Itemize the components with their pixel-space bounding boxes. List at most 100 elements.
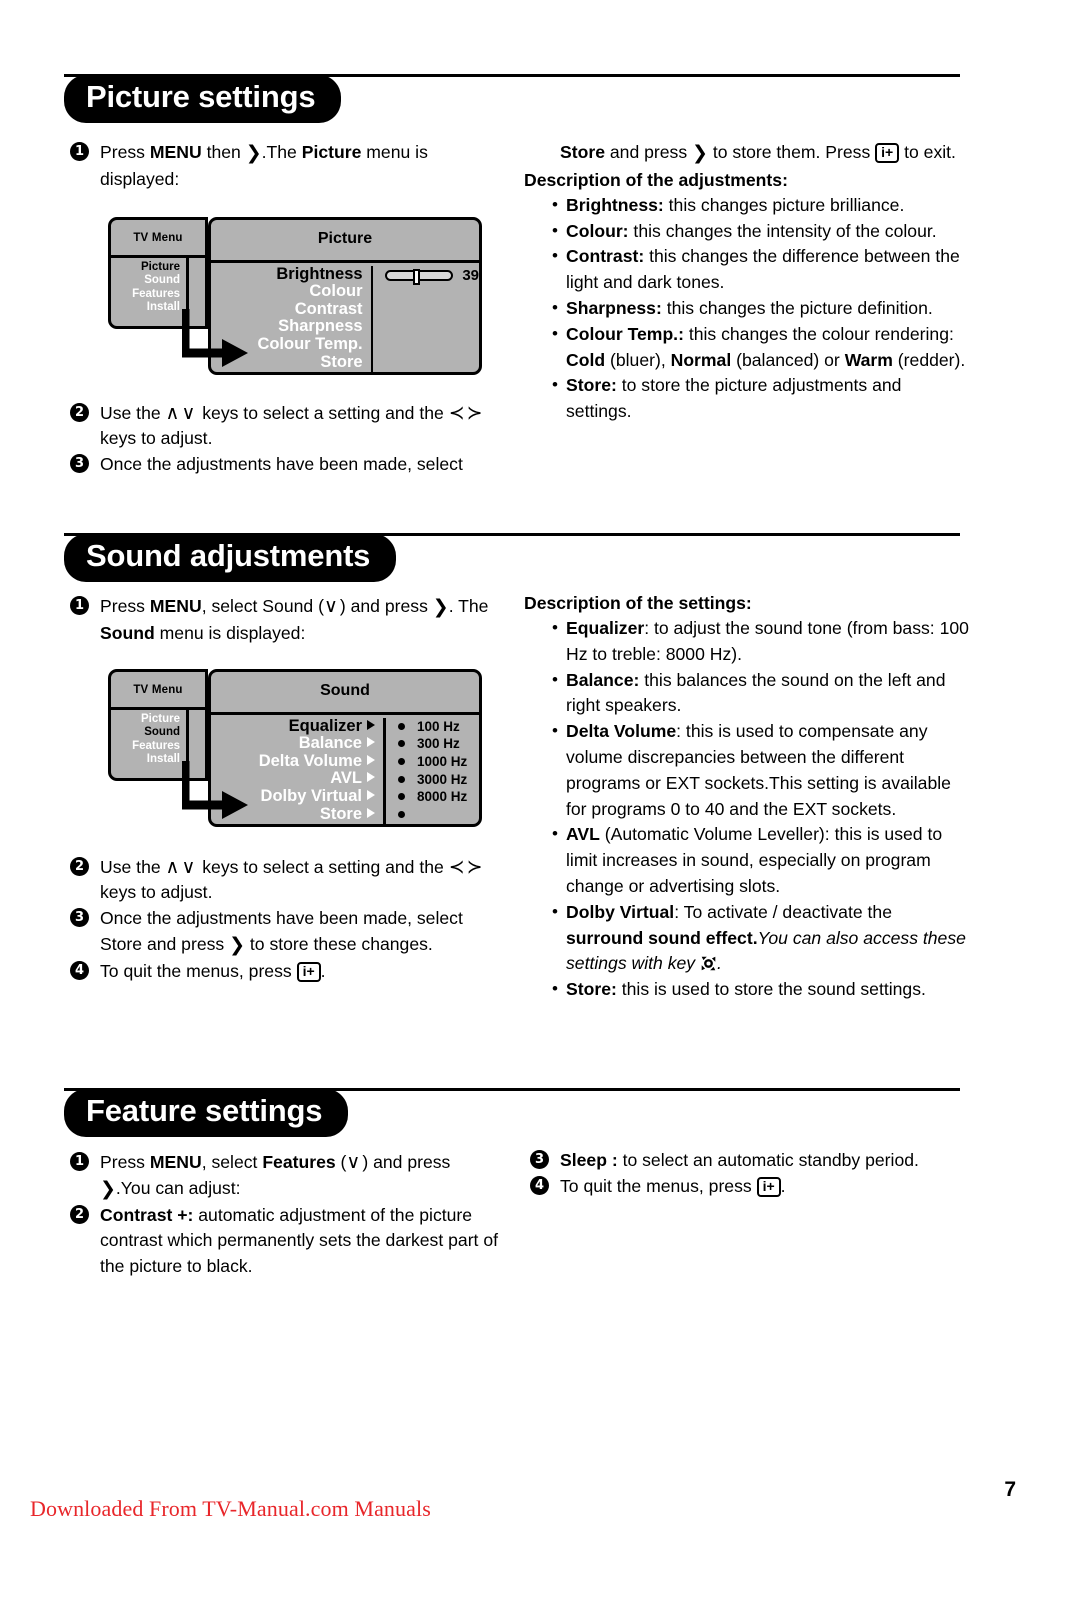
- step-number: 1: [70, 1152, 89, 1171]
- manual-page: Picture settings 1 Press MENU then ❯.The…: [0, 0, 1080, 1621]
- list-item: Store: to store the picture adjustments …: [552, 372, 970, 425]
- osd-left-item[interactable]: Sound: [108, 274, 180, 288]
- osd-value-list: 39: [373, 266, 479, 372]
- list-item: Store: this is used to store the sound s…: [552, 976, 970, 1003]
- feature-right-column: 3 Sleep : to select an automatic standby…: [524, 1148, 970, 1200]
- osd-value-row[interactable]: 3000 Hz: [398, 770, 479, 788]
- osd-item[interactable]: Equalizer: [211, 716, 375, 736]
- section-title-picture: Picture settings: [64, 75, 342, 123]
- step-text: Once the adjustments have been made, sel…: [100, 454, 463, 475]
- osd-left-item[interactable]: Picture: [108, 713, 180, 727]
- sound-step-2: 2 Use the ∧∨ keys to select a setting an…: [64, 855, 504, 907]
- osd-item[interactable]: Brightness: [211, 265, 362, 284]
- step-text: Press MENU, select Features (∨) and pres…: [100, 1151, 451, 1200]
- osd-left-item[interactable]: Features: [108, 740, 180, 754]
- list-item: Colour Temp.: this changes the colour re…: [552, 321, 970, 374]
- step-text: Sleep : to select an automatic standby p…: [560, 1150, 919, 1170]
- osd-left-item[interactable]: Install: [108, 753, 180, 767]
- feature-step-2: 2 Contrast +: automatic adjustment of th…: [64, 1203, 504, 1280]
- osd-item-label: Equalizer: [288, 716, 362, 735]
- step-text: Use the ∧∨ keys to select a setting and …: [100, 855, 485, 903]
- list-item: Balance: this balances the sound on the …: [552, 667, 970, 720]
- osd-left-item[interactable]: Features: [108, 288, 180, 302]
- section-picture-settings: Picture settings: [64, 66, 960, 123]
- chevron-right-icon: [367, 754, 375, 765]
- osd-left-item[interactable]: Install: [108, 301, 180, 315]
- osd-item-label: Dolby Virtual: [260, 786, 362, 805]
- section-header: Sound adjustments: [64, 525, 960, 582]
- osd-value-row[interactable]: 8000 Hz: [398, 788, 479, 806]
- sound-description-list: Equalizer: to adjust the sound tone (fro…: [524, 615, 970, 1003]
- chevron-right-icon: [367, 772, 375, 783]
- osd-value-list: 100 Hz 300 Hz 1000 Hz 3000 Hz 8000 Hz: [386, 718, 479, 824]
- sound-step-4: 4 To quit the menus, press i+.: [64, 959, 504, 985]
- step-number: 2: [70, 1204, 89, 1224]
- bullet-dot-icon: [398, 722, 405, 730]
- chevron-right-icon: [367, 789, 375, 800]
- section-header: Feature settings: [64, 1080, 960, 1137]
- osd-item-label: Balance: [298, 734, 362, 753]
- picture-step-1: 1 Press MENU then ❯.The Picture menu is …: [64, 140, 504, 193]
- step-text: Contrast +: automatic adjustment of the …: [100, 1204, 499, 1277]
- picture-step-2: 2 Use the ∧∨ keys to select a setting an…: [64, 401, 504, 453]
- picture-left-column: 1 Press MENU then ❯.The Picture menu is …: [64, 140, 504, 478]
- feature-step-3: 3 Sleep : to select an automatic standby…: [524, 1148, 970, 1174]
- slider-knob[interactable]: [413, 269, 421, 286]
- brightness-slider[interactable]: 39: [385, 267, 479, 286]
- step-text: Use the ∧∨ keys to select a setting and …: [100, 401, 485, 449]
- step-text: Once the adjustments have been made, sel…: [100, 908, 463, 956]
- osd-picture-menu: Picture Brightness Colour Contrast Sharp…: [108, 216, 482, 375]
- osd-item-label: AVL: [330, 769, 362, 788]
- osd-item[interactable]: Balance: [211, 734, 375, 753]
- chevron-right-icon: [367, 807, 375, 818]
- section-feature-settings: Feature settings: [64, 1080, 960, 1137]
- osd-left-divider: [111, 706, 205, 710]
- menu-flow-arrow-icon: [182, 308, 248, 367]
- bullet-dot-icon: [398, 775, 405, 783]
- osd-left-items: Picture Sound Features Install: [108, 261, 186, 315]
- step-text: To quit the menus, press i+.: [100, 960, 326, 982]
- list-item: Delta Volume: this is used to compensate…: [552, 718, 970, 822]
- osd-left-title: TV Menu: [133, 683, 183, 696]
- feature-left-column: 1 Press MENU, select Features (∨) and pr…: [64, 1150, 504, 1280]
- osd-value-label: 300 Hz: [417, 736, 460, 752]
- step-number: 2: [70, 402, 89, 422]
- step-number: 3: [70, 454, 89, 474]
- sound-desc-title: Description of the settings:: [524, 593, 752, 613]
- step-number: 4: [530, 1175, 549, 1195]
- osd-left-item[interactable]: Picture: [108, 261, 180, 275]
- slider-track: [385, 269, 454, 286]
- picture-store-intro: Store and press ❯ to store them. Press i…: [560, 142, 956, 164]
- list-item: Brightness: this changes picture brillia…: [552, 192, 970, 219]
- osd-value-row[interactable]: 300 Hz: [398, 735, 479, 753]
- picture-description-list: Brightness: this changes picture brillia…: [524, 192, 970, 425]
- osd-item-label: Store: [319, 804, 362, 823]
- chevron-right-icon: [367, 737, 375, 748]
- bullet-dot-icon: [398, 810, 405, 818]
- step-number: 3: [530, 1150, 549, 1169]
- picture-desc-title: Description of the adjustments:: [524, 169, 788, 190]
- sound-step-3: 3 Once the adjustments have been made, s…: [64, 906, 504, 959]
- osd-sound-menu: Sound Equalizer Balance Delta Volume AVL…: [108, 668, 482, 827]
- downloaded-from-watermark: Downloaded From TV-Manual.com Manuals: [30, 1496, 431, 1521]
- step-number: 2: [70, 856, 89, 876]
- osd-panel-title: Picture: [317, 229, 373, 247]
- feature-step-4: 4 To quit the menus, press i+.: [524, 1174, 970, 1200]
- osd-item[interactable]: Colour: [211, 283, 362, 301]
- step-number: 4: [70, 960, 89, 980]
- chevron-right-icon: [367, 719, 375, 730]
- osd-item-label: Delta Volume: [258, 751, 362, 770]
- step-number: 1: [70, 596, 89, 615]
- bullet-dot-icon: [398, 758, 405, 766]
- page-number: 7: [1004, 1478, 1016, 1501]
- section-header: Picture settings: [64, 66, 960, 123]
- picture-right-column: Store and press ❯ to store them. Press i…: [524, 140, 970, 425]
- sound-left-column: 1 Press MENU, select Sound (∨) and press…: [64, 594, 504, 985]
- osd-value-row[interactable]: 100 Hz: [398, 718, 479, 736]
- osd-value-row[interactable]: 1000 Hz: [398, 753, 479, 771]
- osd-value-label: 3000 Hz: [417, 771, 468, 787]
- osd-left-item[interactable]: Sound: [108, 726, 180, 740]
- list-item: Contrast: this changes the difference be…: [552, 243, 970, 296]
- osd-value-row[interactable]: [398, 806, 479, 824]
- step-number: 1: [70, 142, 89, 161]
